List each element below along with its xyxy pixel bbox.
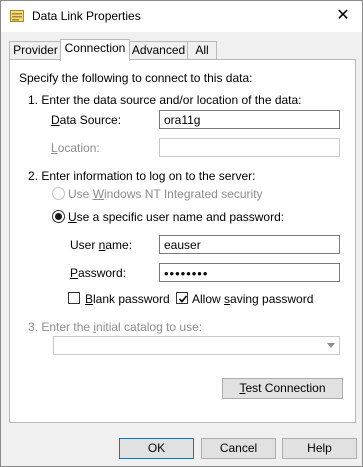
connection-panel: Specify the following to connect to this…: [9, 59, 356, 423]
windows-auth-label: Use Windows NT Integrated security: [68, 187, 263, 201]
intro-text: Specify the following to connect to this…: [19, 71, 253, 85]
specific-user-radio[interactable]: [52, 210, 65, 223]
blank-password-checkbox[interactable]: [68, 292, 80, 304]
specific-user-label: Use a specific user name and password:: [68, 210, 285, 224]
tab-advanced[interactable]: Advanced: [128, 41, 189, 60]
user-name-label: User name:: [70, 238, 133, 252]
cancel-button[interactable]: Cancel: [201, 438, 276, 459]
location-input[interactable]: [159, 138, 340, 157]
data-link-icon: [10, 10, 24, 22]
radio-selected-dot: [55, 213, 62, 220]
window-title: Data Link Properties: [32, 9, 141, 23]
catalog-select[interactable]: [53, 336, 340, 355]
close-icon: ✕: [336, 7, 350, 24]
blank-password-label: Blank password: [85, 292, 170, 306]
dialog-window: Data Link Properties ✕ Provider Connecti…: [0, 0, 363, 467]
tab-all[interactable]: All: [187, 41, 217, 60]
tab-provider[interactable]: Provider: [9, 41, 62, 60]
ok-button[interactable]: OK: [119, 438, 194, 459]
test-connection-button[interactable]: Test Connection: [222, 378, 343, 399]
checkmark-icon: [178, 295, 188, 303]
step3-heading: 3. Enter the initial catalog to use:: [28, 320, 203, 334]
allow-saving-label: Allow saving password: [192, 292, 314, 306]
allow-saving-checkbox[interactable]: [176, 292, 188, 304]
windows-auth-radio[interactable]: [52, 187, 65, 200]
user-name-input[interactable]: eauser: [159, 235, 340, 254]
close-button[interactable]: ✕: [334, 7, 352, 25]
step2-heading: 2. Enter information to log on to the se…: [28, 169, 256, 183]
location-label: Location:: [51, 141, 100, 155]
password-input[interactable]: ••••••••: [159, 263, 340, 282]
title-bar: Data Link Properties ✕: [1, 1, 362, 32]
data-source-label: Data Source:: [51, 113, 122, 127]
tab-connection[interactable]: Connection: [60, 39, 130, 61]
data-source-input[interactable]: ora11g: [159, 110, 340, 129]
chevron-down-icon: [327, 343, 335, 348]
step1-heading: 1. Enter the data source and/or location…: [28, 93, 302, 107]
password-label: Password:: [70, 266, 127, 280]
help-button[interactable]: Help: [282, 438, 357, 459]
